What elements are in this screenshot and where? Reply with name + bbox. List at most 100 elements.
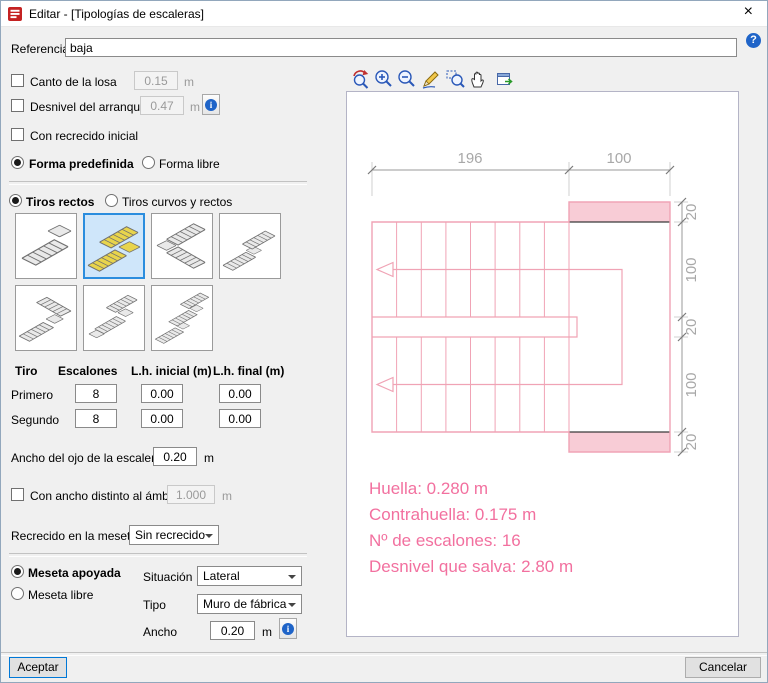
ancho-ojo-input[interactable]	[153, 447, 197, 466]
recrecido-meseta-select[interactable]: Sin recrecido	[129, 525, 219, 545]
meseta-libre-radio[interactable]	[11, 587, 24, 600]
row-primero-label: Primero	[11, 388, 54, 402]
tiros-curvos-label: Tiros curvos y rectos	[122, 195, 233, 209]
stair-type-thumbnail-7[interactable]	[151, 285, 213, 351]
meseta-apoyada-label: Meseta apoyada	[28, 566, 121, 580]
zoom-previous-icon[interactable]	[351, 69, 371, 89]
desnivel-arranque-label: Desnivel del arranque	[30, 100, 147, 114]
col-tiro: Tiro	[15, 364, 38, 378]
forma-predefinida-radio[interactable]	[11, 156, 24, 169]
meseta-info-button[interactable]: i	[279, 618, 297, 639]
stair-annotations: Huella: 0.280 m Contrahuella: 0.175 m Nº…	[369, 479, 573, 576]
meseta-libre-label: Meseta libre	[28, 588, 94, 602]
canto-losa-label: Canto de la losa	[30, 75, 117, 89]
desnivel-arranque-unit: m	[190, 100, 200, 114]
aceptar-button[interactable]: Aceptar	[9, 657, 67, 678]
stair-type-thumbnail-5[interactable]	[15, 285, 77, 351]
segundo-lh-inicial-input[interactable]	[141, 409, 183, 428]
tiros-rectos-radio[interactable]	[9, 194, 22, 207]
row-segundo-label: Segundo	[11, 413, 60, 427]
primero-escalones-input[interactable]	[75, 384, 117, 403]
stair-type-thumbnail-2-selected[interactable]	[83, 213, 145, 279]
canto-losa-checkbox[interactable]	[11, 74, 24, 87]
situacion-label: Situación	[143, 570, 193, 584]
stair-type-thumbnail-6[interactable]	[83, 285, 145, 351]
ancho-distinto-label: Con ancho distinto al ámbito	[30, 489, 182, 503]
dim-right-100a: 100	[683, 257, 700, 282]
tipo-value: Muro de fábrica	[203, 597, 287, 611]
pan-hand-icon[interactable]	[468, 69, 488, 89]
segundo-lh-final-input[interactable]	[219, 409, 261, 428]
landing-slab-bands	[568, 201, 671, 453]
dimension-labels: 196 100 20 100 20 100 20	[457, 150, 700, 450]
primero-lh-final-input[interactable]	[219, 384, 261, 403]
ancho-distinto-input	[167, 485, 215, 504]
stair-type-thumbnail-4[interactable]	[219, 213, 281, 279]
export-view-icon[interactable]	[495, 69, 515, 89]
dim-right-20a: 20	[683, 204, 700, 221]
info-icon: i	[205, 99, 217, 111]
recrecido-inicial-checkbox[interactable]	[11, 128, 24, 141]
tipo-label: Tipo	[143, 598, 166, 612]
app-icon	[8, 6, 22, 21]
ancho-ojo-unit: m	[204, 451, 214, 465]
canto-losa-unit: m	[184, 75, 194, 89]
annotation-contrahuella: Contrahuella: 0.175 m	[369, 505, 536, 524]
meseta-ancho-unit: m	[262, 625, 272, 639]
desnivel-arranque-input	[140, 96, 184, 115]
meseta-ancho-input[interactable]	[210, 621, 255, 640]
footer-separator	[1, 652, 767, 656]
forma-libre-label: Forma libre	[159, 157, 220, 171]
ancho-distinto-checkbox[interactable]	[11, 488, 24, 501]
redraw-icon[interactable]	[421, 69, 441, 89]
segundo-escalones-input[interactable]	[75, 409, 117, 428]
situacion-select[interactable]: Lateral	[197, 566, 302, 586]
dim-top-196: 196	[457, 150, 482, 167]
cancelar-button[interactable]: Cancelar	[685, 657, 761, 678]
referencia-label: Referencia	[11, 42, 70, 56]
tiros-curvos-radio[interactable]	[105, 194, 118, 207]
dim-right-20c: 20	[683, 434, 700, 451]
window-title: Editar - [Tipologías de escaleras]	[29, 6, 204, 21]
info-icon: i	[282, 623, 294, 635]
stair-type-thumbnail-1[interactable]	[15, 213, 77, 279]
annotation-num-escalones: Nº de escalones: 16	[369, 531, 521, 550]
forma-predefinida-label: Forma predefinida	[29, 157, 134, 171]
desnivel-info-button[interactable]: i	[202, 94, 220, 115]
zoom-in-icon[interactable]	[374, 69, 394, 89]
zoom-window-icon[interactable]	[445, 69, 465, 89]
stair-plan-canvas[interactable]: 196 100 20 100 20 100 20 Huella: 0.280 m…	[346, 91, 739, 637]
zoom-out-icon[interactable]	[397, 69, 417, 89]
tiros-rectos-label: Tiros rectos	[26, 195, 95, 209]
annotation-huella: Huella: 0.280 m	[369, 479, 488, 498]
dim-right-100b: 100	[683, 372, 700, 397]
close-icon[interactable]: ×	[744, 3, 753, 21]
recrecido-meseta-label: Recrecido en la meseta	[11, 529, 138, 543]
walking-line	[375, 261, 623, 393]
titlebar: Editar - [Tipologías de escaleras] ×	[1, 1, 767, 27]
recrecido-inicial-label: Con recrecido inicial	[30, 129, 139, 143]
primero-lh-inicial-input[interactable]	[141, 384, 183, 403]
situacion-value: Lateral	[203, 569, 240, 583]
annotation-desnivel: Desnivel que salva: 2.80 m	[369, 557, 573, 576]
ancho-ojo-label: Ancho del ojo de la escalera	[11, 451, 162, 465]
canto-losa-input	[134, 71, 178, 90]
dim-right-20b: 20	[683, 319, 700, 336]
col-lh-inicial: L.h. inicial (m)	[131, 364, 212, 378]
separator	[9, 181, 307, 185]
ancho-distinto-unit: m	[222, 489, 232, 503]
dim-top-100: 100	[606, 150, 631, 167]
col-escalones: Escalones	[58, 364, 118, 378]
stair-type-thumbnail-3[interactable]	[151, 213, 213, 279]
separator	[9, 553, 307, 557]
stair-plan-svg: 196 100 20 100 20 100 20 Huella: 0.280 m…	[367, 150, 700, 576]
meseta-apoyada-radio[interactable]	[11, 565, 24, 578]
referencia-input[interactable]	[65, 38, 737, 57]
desnivel-arranque-checkbox[interactable]	[11, 99, 24, 112]
stair-outline	[371, 201, 671, 453]
forma-libre-radio[interactable]	[142, 156, 155, 169]
col-lh-final: L.h. final (m)	[213, 364, 285, 378]
help-icon[interactable]: ?	[746, 33, 761, 48]
recrecido-meseta-value: Sin recrecido	[135, 528, 206, 542]
tipo-select[interactable]: Muro de fábrica	[197, 594, 302, 614]
